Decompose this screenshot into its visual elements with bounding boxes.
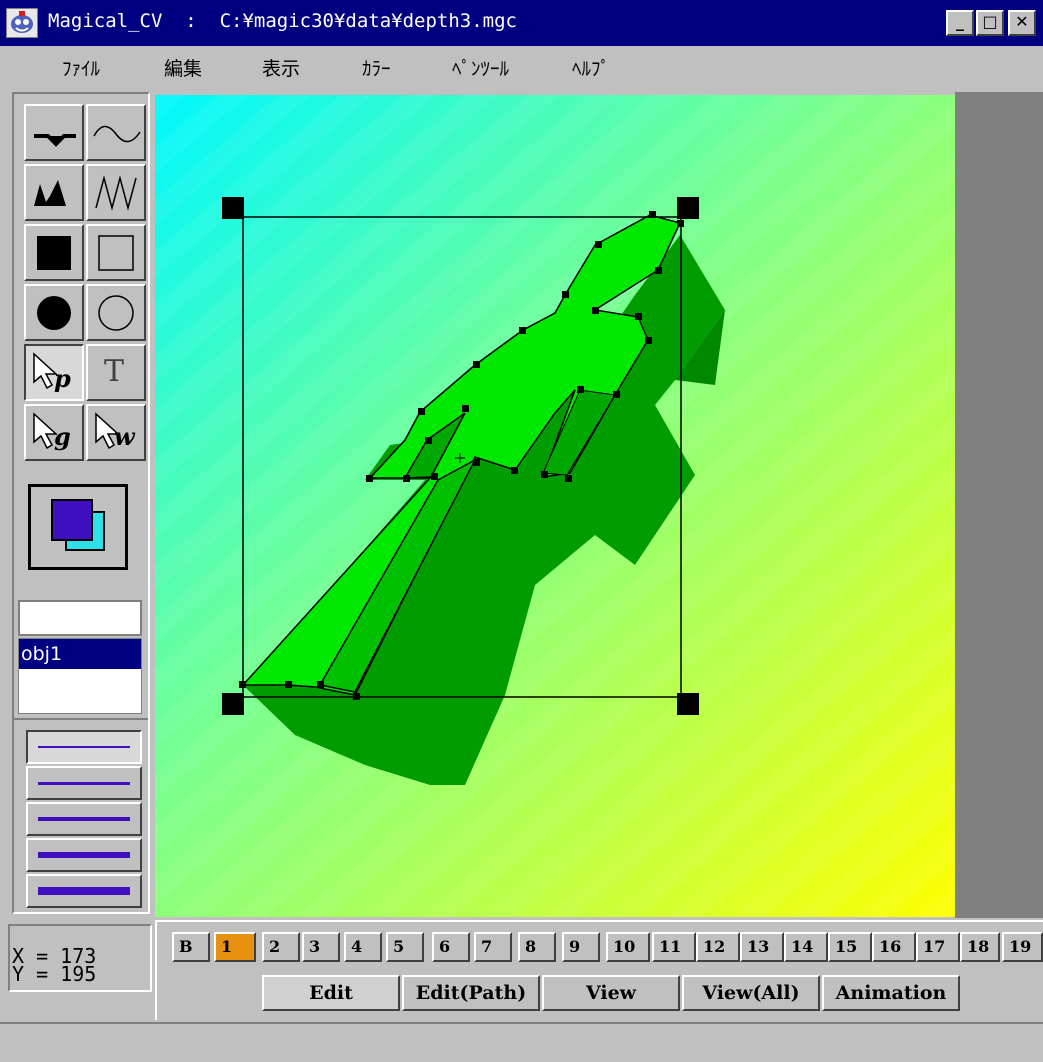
tool-panel: p T g w obj1 (12, 92, 150, 914)
pen-select-letter: p (54, 364, 71, 393)
layer-list[interactable]: obj1 (18, 638, 142, 714)
title-bar: Magical_CV : C:¥magic30¥data¥depth3.mgc … (0, 0, 1043, 46)
mode-edit-path-button[interactable]: Edit(Path) (402, 975, 540, 1011)
frame-17[interactable]: 17 (916, 932, 960, 962)
line-width-panel (14, 718, 148, 908)
group-select-tool[interactable]: g (24, 404, 84, 461)
frame-12[interactable]: 12 (696, 932, 740, 962)
menu-edit[interactable]: 編集 (164, 54, 202, 81)
zigzag-icon (95, 175, 137, 211)
filled-ellipse-tool[interactable] (24, 284, 84, 341)
color-selector[interactable] (28, 484, 128, 570)
maximize-button[interactable]: □ (976, 10, 1004, 36)
frame-10[interactable]: 10 (606, 932, 650, 962)
minimize-button[interactable]: _ (946, 10, 974, 36)
line-width-5[interactable] (26, 874, 142, 908)
menu-view[interactable]: 表示 (262, 54, 300, 81)
frame-13[interactable]: 13 (740, 932, 784, 962)
fill-color-swatch[interactable] (51, 499, 93, 541)
canvas-margin (955, 92, 1043, 918)
whole-select-tool[interactable]: w (86, 404, 146, 461)
frame-5[interactable]: 5 (386, 932, 424, 962)
frame-16[interactable]: 16 (872, 932, 916, 962)
square-outline-icon (98, 235, 134, 271)
curve-tool[interactable] (86, 104, 146, 161)
status-bar (0, 1022, 1043, 1062)
rect-tool[interactable] (86, 224, 146, 281)
resize-handle-top-left[interactable] (222, 197, 244, 219)
drawing-canvas[interactable] (155, 95, 955, 917)
whole-select-letter: w (114, 422, 135, 451)
group-select-letter: g (54, 422, 71, 451)
frame-18[interactable]: 18 (960, 932, 1000, 962)
frame-3[interactable]: 3 (302, 932, 340, 962)
bezier-line-tool[interactable] (24, 104, 84, 161)
mode-edit-button[interactable]: Edit (262, 975, 400, 1011)
filled-rect-tool[interactable] (24, 224, 84, 281)
coordinate-status: X = 173 Y = 195 (8, 924, 152, 992)
zigzag-tool[interactable] (86, 164, 146, 221)
menu-file[interactable]: ﾌｧｲﾙ (62, 54, 100, 81)
frame-19[interactable]: 19 (1002, 932, 1043, 962)
frame-7[interactable]: 7 (474, 932, 512, 962)
frame-9[interactable]: 9 (562, 932, 600, 962)
menu-help[interactable]: ﾍﾙﾌﾟ (572, 54, 610, 81)
frame-11[interactable]: 11 (652, 932, 696, 962)
frame-B[interactable]: B (172, 932, 210, 962)
ellipse-tool[interactable] (86, 284, 146, 341)
menu-bar: ﾌｧｲﾙ 編集 表示 ｶﾗｰ ﾍﾟﾝﾂｰﾙ ﾍﾙﾌﾟ (0, 46, 1043, 90)
filled-peaks-icon (34, 180, 66, 206)
circle-outline-icon (98, 295, 134, 331)
filled-circle-icon (37, 296, 71, 330)
frame-1[interactable]: 1 (214, 932, 256, 962)
text-tool[interactable]: T (86, 344, 146, 401)
mode-view-button[interactable]: View (542, 975, 680, 1011)
point-select-tool[interactable]: p (24, 344, 84, 401)
frame-6[interactable]: 6 (432, 932, 470, 962)
app-icon[interactable] (6, 8, 38, 38)
mode-view-all-button[interactable]: View(All) (682, 975, 820, 1011)
mode-animation-button[interactable]: Animation (822, 975, 960, 1011)
frame-14[interactable]: 14 (784, 932, 828, 962)
line-width-1[interactable] (26, 730, 142, 764)
filled-square-icon (37, 236, 71, 270)
frame-2[interactable]: 2 (262, 932, 300, 962)
frame-4[interactable]: 4 (344, 932, 382, 962)
menu-pen-tool[interactable]: ﾍﾟﾝﾂｰﾙ (452, 54, 509, 81)
resize-handle-bottom-right[interactable] (677, 693, 699, 715)
line-width-2[interactable] (26, 766, 142, 800)
line-width-3[interactable] (26, 802, 142, 836)
bezier-line-icon (34, 134, 76, 147)
sine-curve-icon (93, 125, 141, 143)
list-item[interactable]: obj1 (19, 639, 141, 669)
close-button[interactable]: ✕ (1008, 10, 1036, 36)
y-coordinate: Y = 195 (12, 962, 97, 986)
resize-handle-bottom-left[interactable] (222, 693, 244, 715)
frame-15[interactable]: 15 (828, 932, 872, 962)
window-title: Magical_CV : C:¥magic30¥data¥depth3.mgc (48, 10, 517, 32)
line-width-4[interactable] (26, 838, 142, 872)
polygon-fill-tool[interactable] (24, 164, 84, 221)
resize-handle-top-right[interactable] (677, 197, 699, 219)
menu-color[interactable]: ｶﾗｰ (362, 54, 391, 81)
layer-name-input[interactable] (18, 600, 142, 636)
frame-8[interactable]: 8 (518, 932, 556, 962)
text-tool-icon: T (104, 354, 125, 389)
